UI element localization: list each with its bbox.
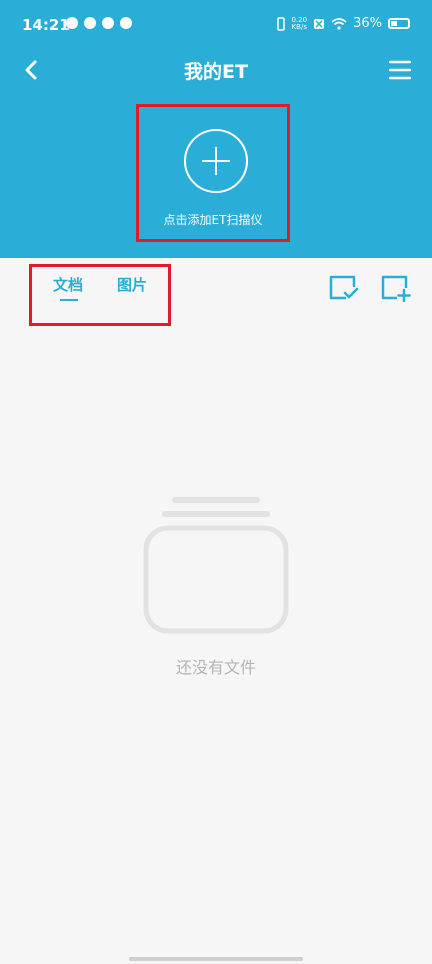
notification-icon (102, 17, 114, 29)
check-box-icon[interactable] (328, 274, 360, 302)
no-sim-icon (314, 18, 325, 29)
wifi-icon (331, 17, 347, 30)
tab-images[interactable]: 图片 (117, 274, 147, 295)
battery-icon (388, 18, 410, 29)
empty-folder-icon (143, 497, 289, 634)
tabs-highlight (29, 264, 171, 326)
status-time: 14:21 (22, 16, 70, 34)
add-scanner-label: 点击添加ET扫描仪 (163, 213, 263, 227)
notification-icon (84, 17, 96, 29)
plus-circle-icon (184, 129, 248, 193)
empty-state-text: 还没有文件 (175, 658, 256, 677)
active-tab-indicator (60, 299, 78, 301)
vibrate-icon (276, 16, 285, 31)
network-speed-unit: KB/s (291, 22, 307, 31)
page-title: 我的ET (184, 61, 248, 83)
notification-icon (120, 17, 132, 29)
plus-box-icon[interactable] (380, 274, 412, 302)
status-bar: 14:21 0.20 KB/s 36% (0, 0, 432, 52)
add-scanner-button[interactable]: 点击添加ET扫描仪 (136, 104, 290, 242)
notification-icon (66, 17, 78, 29)
battery-percent: 36% (353, 16, 382, 31)
network-speed: 0.20 KB/s (291, 16, 308, 31)
plus-icon (202, 147, 230, 175)
hamburger-menu-icon[interactable] (388, 58, 412, 82)
notification-icons (66, 17, 132, 29)
status-right: 0.20 KB/s 36% (276, 16, 410, 31)
home-indicator[interactable] (129, 957, 303, 961)
tab-documents[interactable]: 文档 (53, 274, 83, 295)
